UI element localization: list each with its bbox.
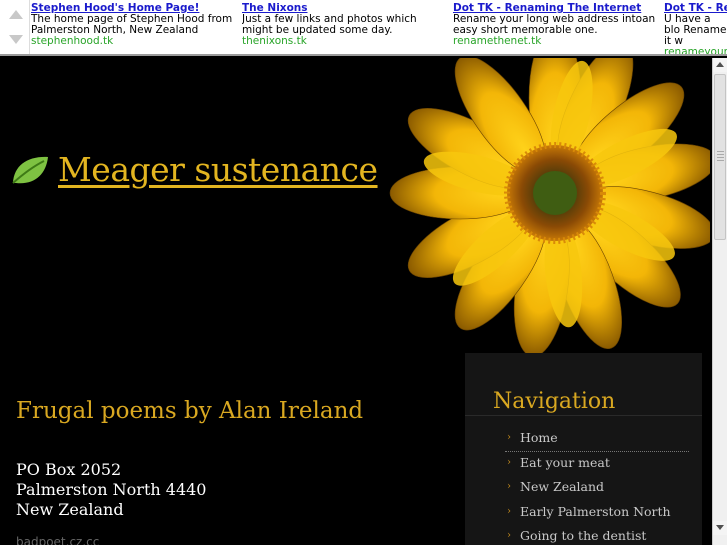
- nav-item-early-palmerston-north[interactable]: › Early Palmerston North: [505, 501, 689, 526]
- ad-url[interactable]: renamethenet.tk: [453, 36, 658, 47]
- ad-description: Rename your long web address intoan easy…: [453, 13, 656, 36]
- nav-item-label[interactable]: Going to the dentist: [520, 528, 646, 543]
- ad-unit[interactable]: The Nixons Just a few links and photos w…: [242, 3, 447, 47]
- bullet-icon: ›: [507, 530, 511, 541]
- page-subtitle: Frugal poems by Alan Ireland: [16, 398, 364, 424]
- ad-unit[interactable]: Stephen Hood's Home Page! The home page …: [31, 3, 236, 47]
- divider: [465, 415, 702, 416]
- bullet-icon: ›: [507, 481, 511, 492]
- postal-address: PO Box 2052 Palmerston North 4440 New Ze…: [16, 460, 206, 520]
- ad-unit[interactable]: Dot TK - Renaming The Internet Rename yo…: [453, 3, 658, 47]
- ad-description: U have a blo Rename it w: [664, 13, 727, 47]
- footer-link[interactable]: badpoet.cz.cc: [16, 535, 99, 545]
- bullet-icon: ›: [507, 505, 511, 517]
- arrow-down-icon: [716, 525, 724, 530]
- leaf-icon: [12, 156, 48, 184]
- scroll-down-button[interactable]: [713, 521, 727, 535]
- ad-description: The home page of Stephen Hood from Palme…: [31, 13, 233, 36]
- bullet-icon: ›: [507, 432, 511, 443]
- bullet-icon: ›: [507, 456, 511, 468]
- nav-item-label[interactable]: Eat your meat: [520, 455, 610, 470]
- nav-item-going-to-the-dentist[interactable]: › Going to the dentist: [505, 525, 689, 545]
- ad-url[interactable]: stephenhood.tk: [31, 36, 236, 47]
- ad-description: Just a few links and photos which might …: [242, 13, 417, 36]
- scroll-thumb[interactable]: [714, 74, 726, 240]
- ad-scroll-up-icon[interactable]: [9, 10, 23, 19]
- site-header: Meager sustenance: [10, 150, 378, 189]
- nav-list: › Home › Eat your meat › New Zealand › E…: [505, 427, 689, 545]
- nav-heading: Navigation: [493, 389, 616, 414]
- site-title-link[interactable]: Meager sustenance: [58, 150, 378, 189]
- nav-item-new-zealand[interactable]: › New Zealand: [505, 476, 689, 501]
- address-line: Palmerston North 4440: [16, 480, 207, 499]
- ad-url[interactable]: thenixons.tk: [242, 36, 447, 47]
- ad-scroll-down-icon[interactable]: [9, 35, 23, 44]
- page-scrollbar[interactable]: [712, 58, 727, 545]
- ad-unit[interactable]: Dot TK - Re U have a blo Rename it w ren…: [664, 3, 727, 55]
- nav-item-home[interactable]: › Home: [505, 427, 689, 452]
- page-body: Meager sustenance Navigation › Home › Ea…: [0, 58, 712, 545]
- nav-item-label[interactable]: Early Palmerston North: [520, 504, 671, 519]
- scroll-up-button[interactable]: [713, 58, 727, 72]
- address-line: PO Box 2052: [16, 460, 122, 479]
- grip-icon: [717, 151, 724, 163]
- nav-item-label[interactable]: New Zealand: [520, 479, 604, 494]
- ad-bar: Stephen Hood's Home Page! The home page …: [0, 0, 727, 56]
- address-line: New Zealand: [16, 500, 124, 519]
- nav-item-label[interactable]: Home: [520, 430, 558, 445]
- arrow-up-icon: [716, 62, 724, 67]
- ad-scroll-controls: [0, 0, 30, 54]
- nav-item-eat-your-meat[interactable]: › Eat your meat: [505, 452, 689, 477]
- ad-url[interactable]: renameyour: [664, 47, 727, 55]
- sidebar: Navigation › Home › Eat your meat › New …: [465, 353, 702, 545]
